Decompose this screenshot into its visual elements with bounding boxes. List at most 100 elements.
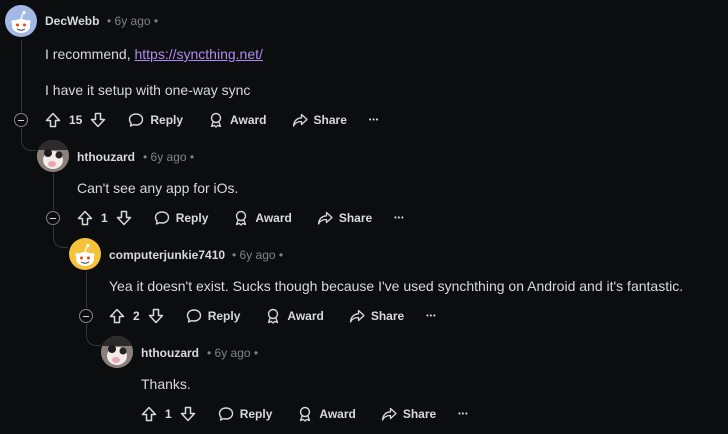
username[interactable]: DecWebb: [45, 14, 99, 28]
award-button[interactable]: Award: [208, 112, 267, 128]
more-dots-icon: •••: [394, 214, 405, 222]
award-button[interactable]: Award: [265, 308, 324, 324]
reply-button[interactable]: Reply: [218, 406, 273, 422]
comment-link[interactable]: https://syncthing.net/: [134, 46, 262, 62]
vote-score: 15: [69, 113, 83, 127]
avatar[interactable]: [37, 140, 69, 172]
award-icon: [210, 112, 222, 128]
separator-dot: •: [189, 150, 195, 164]
upvote-icon[interactable]: [45, 112, 61, 128]
username[interactable]: hthouzard: [77, 150, 135, 164]
comment-bubble-icon: [129, 113, 144, 127]
award-button[interactable]: Award: [233, 210, 292, 226]
timestamp[interactable]: 6y ago: [115, 14, 151, 28]
separator-dot: •: [207, 346, 212, 360]
award-label: Award: [255, 211, 292, 225]
comment-bubble-icon: [186, 309, 201, 323]
share-button[interactable]: Share: [317, 210, 372, 226]
comment-actions: 15 Reply Award Share •••: [45, 109, 379, 131]
username[interactable]: computerjunkie7410: [109, 248, 225, 262]
collapse-thread-button[interactable]: [14, 113, 28, 127]
share-button[interactable]: Share: [381, 406, 436, 422]
thread-line: [21, 40, 22, 112]
comment-body: I recommend, https://syncthing.net/: [45, 46, 263, 62]
share-icon: [381, 407, 397, 421]
separator-dot: •: [143, 150, 148, 164]
award-icon: [300, 406, 311, 422]
vote-group: 2: [109, 308, 164, 324]
comment-actions: 1 Reply Award Share •••: [77, 207, 405, 229]
vote-score: 2: [133, 309, 140, 323]
reply-label: Reply: [150, 113, 184, 127]
collapse-thread-button[interactable]: [79, 309, 93, 323]
downvote-icon[interactable]: [180, 406, 196, 422]
downvote-icon[interactable]: [90, 112, 106, 128]
more-dots-icon: •••: [426, 312, 437, 320]
vote-group: 15: [45, 112, 106, 128]
award-label: Award: [319, 407, 356, 421]
avatar[interactable]: [5, 5, 37, 37]
upvote-icon[interactable]: [141, 406, 157, 422]
comment-body: Can't see any app for iOs.: [77, 180, 239, 196]
award-button[interactable]: Award: [297, 406, 356, 422]
username[interactable]: hthouzard: [141, 346, 199, 360]
vote-score: 1: [101, 211, 108, 225]
timestamp[interactable]: 6y ago: [215, 346, 251, 360]
share-icon: [349, 309, 365, 323]
share-label: Share: [313, 113, 347, 127]
comment-body-line: I have it setup with one-way sync: [45, 82, 251, 98]
avatar[interactable]: [101, 336, 133, 368]
more-options-button[interactable]: •••: [394, 215, 404, 222]
comment-body: Thanks.: [141, 376, 191, 392]
reply-button[interactable]: Reply: [154, 210, 208, 226]
comment-meta: • 6y ago •: [107, 14, 158, 28]
share-label: Share: [402, 407, 437, 421]
comment-bubble-icon: [218, 407, 233, 421]
more-dots-icon: •••: [368, 116, 380, 124]
separator-dot: •: [278, 248, 284, 262]
collapse-thread-button[interactable]: [46, 211, 60, 225]
award-label: Award: [230, 113, 267, 127]
snoo-avatar-icon: [75, 243, 95, 266]
comment-actions: 2 Reply Award Share •••: [109, 305, 437, 327]
comment-meta: • 6y ago •: [232, 248, 283, 262]
upvote-icon[interactable]: [109, 308, 125, 324]
share-button[interactable]: Share: [292, 112, 347, 128]
user-photo-icon: [101, 336, 133, 368]
share-icon: [292, 113, 308, 127]
user-photo-icon: [37, 140, 69, 172]
timestamp[interactable]: 6y ago: [151, 150, 187, 164]
reply-button[interactable]: Reply: [186, 308, 241, 324]
more-options-button[interactable]: •••: [369, 117, 379, 124]
downvote-icon[interactable]: [116, 210, 132, 226]
more-options-button[interactable]: •••: [458, 411, 468, 418]
separator-dot: •: [253, 346, 259, 360]
timestamp[interactable]: 6y ago: [240, 248, 276, 262]
thread-connector: [53, 226, 68, 248]
award-icon: [236, 210, 247, 226]
vote-group: 1: [77, 210, 132, 226]
comment-bubble-icon: [154, 211, 169, 225]
downvote-icon[interactable]: [148, 308, 164, 324]
more-dots-icon: •••: [458, 410, 469, 418]
award-label: Award: [287, 309, 324, 323]
vote-score: 1: [165, 407, 172, 421]
comment-text: I recommend,: [45, 46, 135, 62]
share-icon: [317, 211, 333, 225]
avatar[interactable]: [69, 238, 101, 270]
reply-label: Reply: [207, 309, 241, 323]
thread-connector: [86, 324, 101, 346]
comment-actions: 1 Reply Award Share •••: [141, 403, 469, 425]
reply-button[interactable]: Reply: [128, 112, 183, 128]
snoo-avatar-icon: [11, 10, 31, 33]
separator-dot: •: [232, 248, 237, 262]
comment-meta: • 6y ago •: [207, 346, 258, 360]
upvote-icon[interactable]: [77, 210, 93, 226]
vote-group: 1: [141, 406, 196, 422]
share-button[interactable]: Share: [349, 308, 404, 324]
share-label: Share: [370, 309, 405, 323]
more-options-button[interactable]: •••: [426, 313, 436, 320]
reply-label: Reply: [239, 407, 273, 421]
separator-dot: •: [153, 14, 159, 28]
comment-meta: • 6y ago •: [143, 150, 194, 164]
